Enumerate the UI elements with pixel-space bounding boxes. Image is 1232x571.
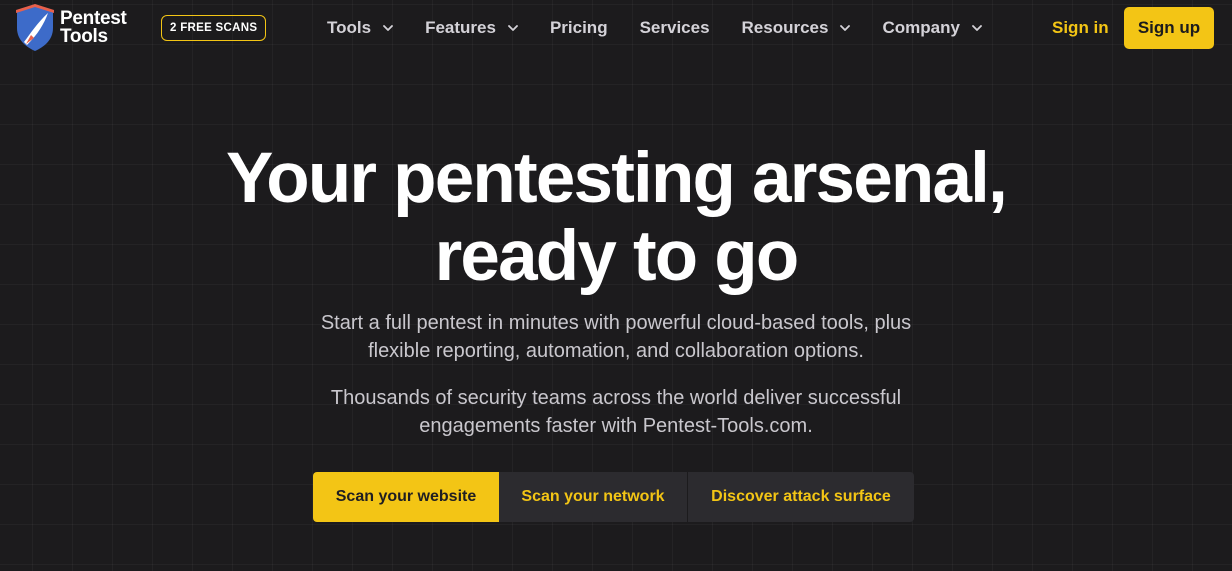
- nav-item-label: Features: [425, 18, 496, 37]
- hero-subtitle-secondary-line2: engagements faster with Pentest-Tools.co…: [419, 415, 813, 437]
- scan-website-tab[interactable]: Scan your website: [313, 472, 499, 522]
- nav-item-label: Pricing: [549, 18, 608, 37]
- hero-subtitle-primary-line1: Start a full pentest in minutes with pow…: [320, 312, 912, 334]
- sign-in-link[interactable]: Sign in: [1052, 18, 1109, 38]
- hero-subtitle-secondary: Thousands of security teams across the w…: [0, 384, 1232, 440]
- hero-subtitle-primary: Start a full pentest in minutes with pow…: [0, 309, 1232, 365]
- sign-up-button[interactable]: Sign up: [1124, 7, 1214, 49]
- brand-wordmark: Pentest Tools: [60, 9, 127, 47]
- hero-title-line1: Your pentesting arsenal,: [225, 139, 1008, 218]
- nav-item-tools[interactable]: Tools: [327, 18, 393, 38]
- chevron-down-icon: [383, 25, 393, 31]
- nav-item-pricing[interactable]: Pricing: [550, 18, 608, 38]
- brand-logo[interactable]: Pentest Tools: [14, 4, 127, 52]
- scan-network-tab[interactable]: Scan your network: [499, 472, 688, 522]
- brand-name-line2: Tools: [60, 26, 108, 47]
- discover-attack-surface-tab[interactable]: Discover attack surface: [688, 472, 914, 522]
- nav-item-services[interactable]: Services: [640, 18, 710, 38]
- nav-item-label: Services: [639, 18, 710, 37]
- hero-title: Your pentesting arsenal, ready to go: [0, 140, 1232, 296]
- chevron-down-icon: [508, 25, 518, 31]
- free-scans-badge[interactable]: 2 FREE SCANS: [161, 15, 267, 41]
- scan-type-tabs: Scan your website Scan your network Disc…: [313, 472, 914, 522]
- nav-item-label: Company: [882, 18, 960, 37]
- top-navigation: Pentest Tools 2 FREE SCANS Tools Feature…: [0, 0, 1232, 56]
- nav-item-label: Tools: [327, 18, 372, 37]
- shield-logo-icon: [16, 4, 54, 51]
- nav-item-resources[interactable]: Resources: [742, 18, 851, 38]
- chevron-down-icon: [972, 25, 982, 31]
- main-menu: Tools Features Pricing Services Resource…: [327, 0, 1014, 56]
- nav-item-features[interactable]: Features: [425, 18, 518, 38]
- chevron-down-icon: [840, 25, 851, 31]
- nav-item-label: Resources: [741, 18, 829, 37]
- hero-title-line2: ready to go: [434, 217, 800, 296]
- hero-subtitle-primary-line2: flexible reporting, automation, and coll…: [368, 340, 864, 362]
- nav-item-company[interactable]: Company: [882, 18, 982, 38]
- hero-subtitle-secondary-line1: Thousands of security teams across the w…: [330, 387, 902, 409]
